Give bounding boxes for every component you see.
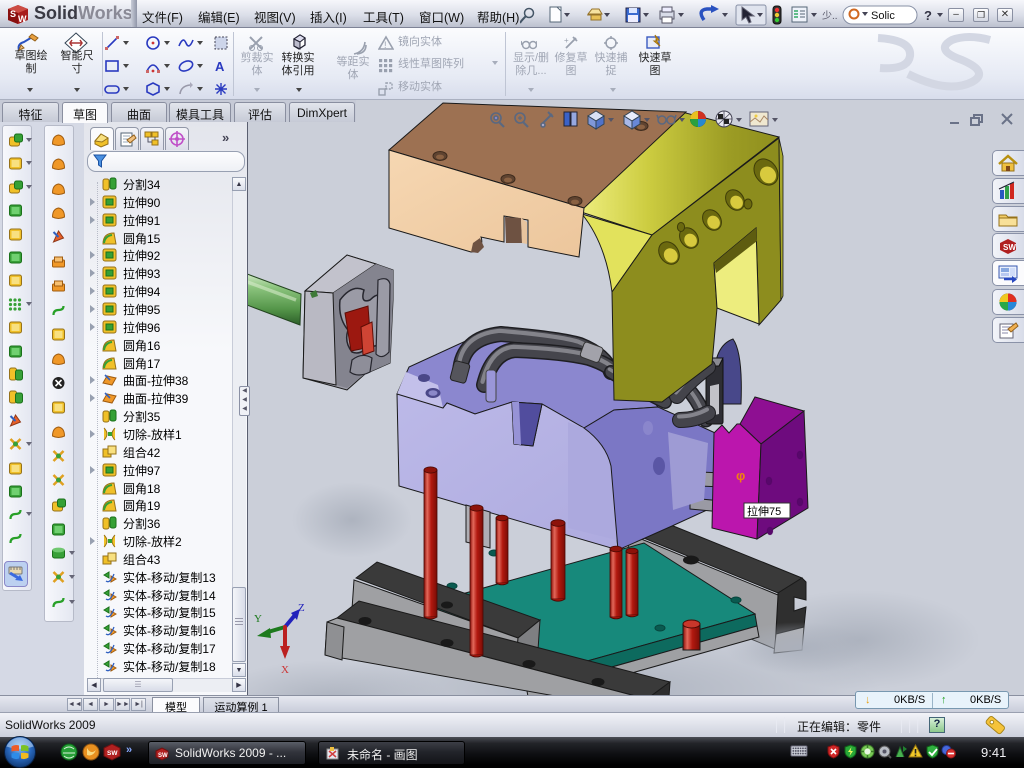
svg-text:少..: 少..	[822, 10, 838, 22]
svg-text:?: ?	[924, 8, 932, 23]
svg-text:X: X	[281, 664, 289, 676]
svg-text:SW: SW	[1003, 243, 1016, 252]
svg-text:A: A	[215, 59, 225, 74]
svg-text:W: W	[18, 14, 27, 24]
svg-text:SW: SW	[107, 750, 118, 757]
svg-text:拉伸75: 拉伸75	[747, 504, 781, 518]
svg-text:+: +	[564, 36, 569, 45]
svg-text:S: S	[10, 9, 16, 19]
svg-text:»: »	[126, 744, 132, 756]
svg-text:Solic: Solic	[871, 10, 895, 22]
svg-text:Z: Z	[298, 602, 305, 614]
svg-text:φ: φ	[736, 468, 745, 483]
svg-text:!: !	[384, 40, 387, 50]
svg-text:Y: Y	[254, 613, 262, 625]
svg-text:SW: SW	[158, 753, 168, 759]
